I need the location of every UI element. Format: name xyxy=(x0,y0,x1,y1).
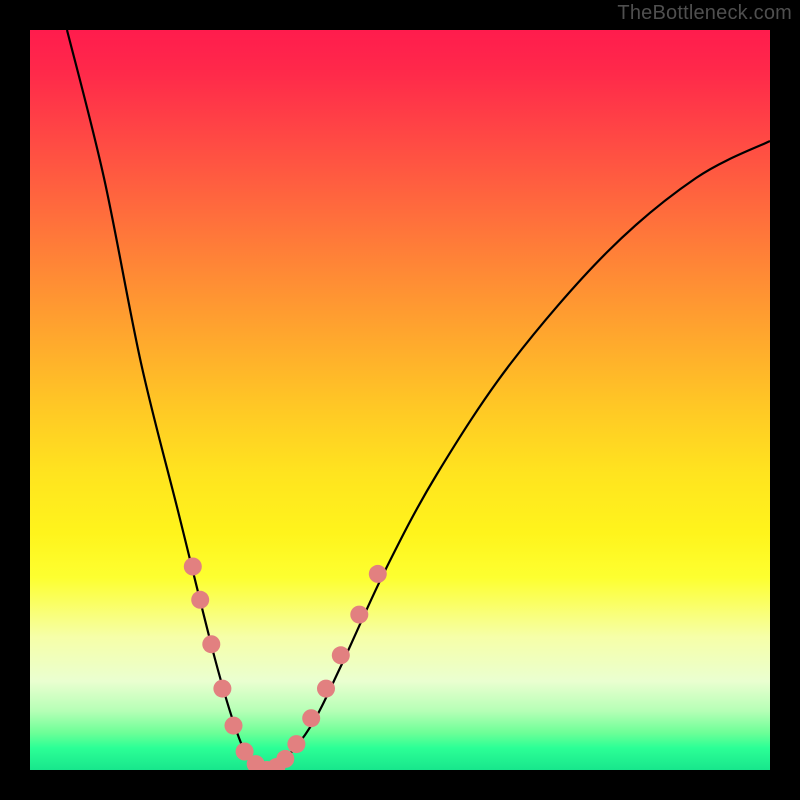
data-bead xyxy=(202,635,220,653)
data-bead xyxy=(302,709,320,727)
plot-area xyxy=(30,30,770,770)
data-bead xyxy=(369,565,387,583)
chart-frame: TheBottleneck.com xyxy=(0,0,800,800)
curve-layer xyxy=(30,30,770,770)
data-bead xyxy=(184,558,202,576)
data-bead xyxy=(213,680,231,698)
bottleneck-curve xyxy=(67,30,770,770)
data-bead xyxy=(317,680,335,698)
data-bead xyxy=(191,591,209,609)
data-bead xyxy=(225,717,243,735)
data-bead xyxy=(350,606,368,624)
data-bead xyxy=(287,735,305,753)
data-bead xyxy=(332,646,350,664)
data-beads xyxy=(184,558,387,771)
watermark-text: TheBottleneck.com xyxy=(617,2,792,25)
curve-line xyxy=(67,30,770,770)
data-bead xyxy=(276,750,294,768)
